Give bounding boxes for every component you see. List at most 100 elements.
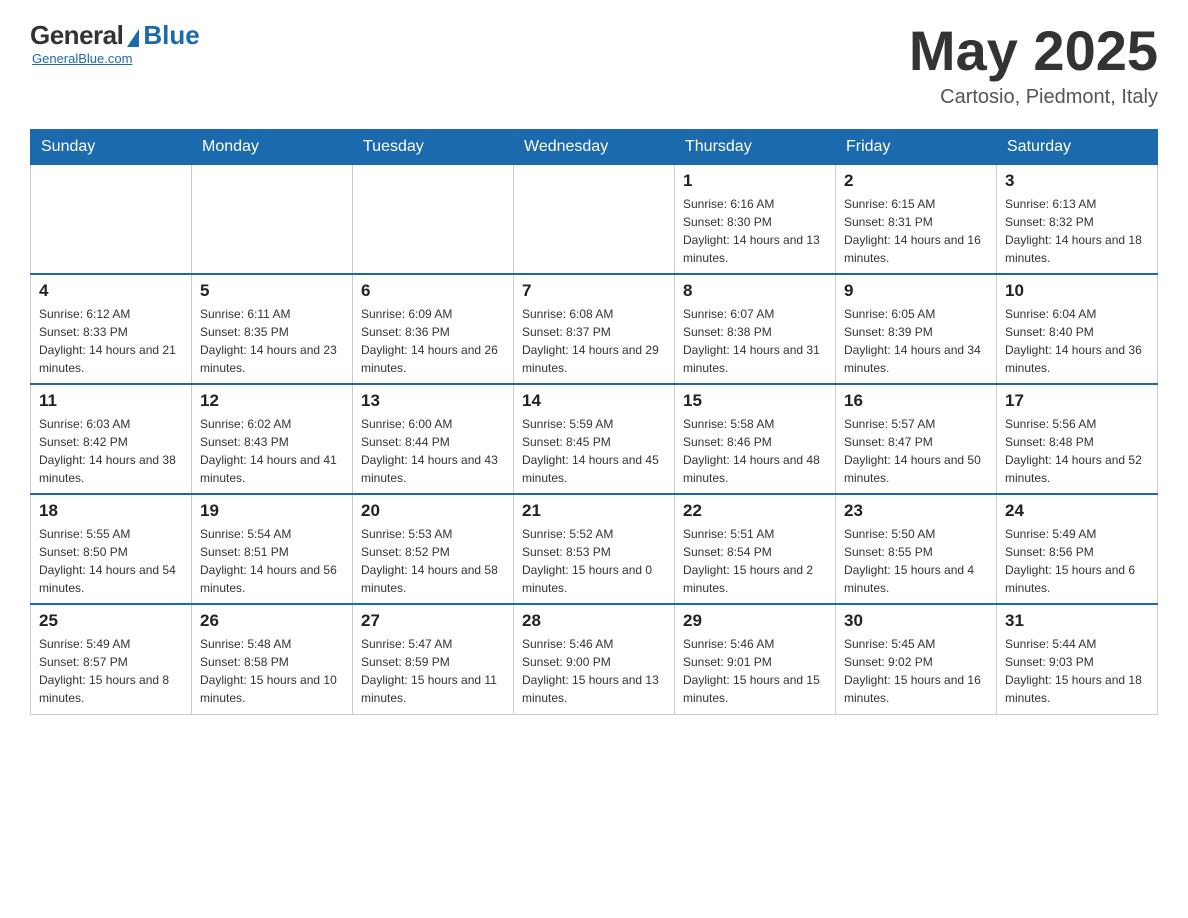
calendar-cell: 28Sunrise: 5:46 AM Sunset: 9:00 PM Dayli… — [514, 604, 675, 714]
calendar-week-row: 18Sunrise: 5:55 AM Sunset: 8:50 PM Dayli… — [31, 494, 1158, 604]
day-info: Sunrise: 5:55 AM Sunset: 8:50 PM Dayligh… — [39, 525, 183, 597]
day-number: 6 — [361, 281, 505, 301]
day-info: Sunrise: 5:50 AM Sunset: 8:55 PM Dayligh… — [844, 525, 988, 597]
day-number: 10 — [1005, 281, 1149, 301]
calendar-header-wednesday: Wednesday — [514, 129, 675, 164]
day-number: 9 — [844, 281, 988, 301]
day-number: 26 — [200, 611, 344, 631]
calendar-cell: 11Sunrise: 6:03 AM Sunset: 8:42 PM Dayli… — [31, 384, 192, 494]
day-number: 24 — [1005, 501, 1149, 521]
day-info: Sunrise: 5:58 AM Sunset: 8:46 PM Dayligh… — [683, 415, 827, 487]
day-number: 17 — [1005, 391, 1149, 411]
day-info: Sunrise: 5:47 AM Sunset: 8:59 PM Dayligh… — [361, 635, 505, 707]
day-info: Sunrise: 5:44 AM Sunset: 9:03 PM Dayligh… — [1005, 635, 1149, 707]
day-info: Sunrise: 5:49 AM Sunset: 8:57 PM Dayligh… — [39, 635, 183, 707]
calendar-header-saturday: Saturday — [997, 129, 1158, 164]
day-number: 13 — [361, 391, 505, 411]
day-info: Sunrise: 5:46 AM Sunset: 9:01 PM Dayligh… — [683, 635, 827, 707]
day-info: Sunrise: 5:53 AM Sunset: 8:52 PM Dayligh… — [361, 525, 505, 597]
calendar-week-row: 25 Sunrise: 5:49 AM Sunset: 8:57 PM Dayli… — [31, 604, 1158, 714]
title-area: May 2025 Cartosio, Piedmont, Italy — [909, 20, 1158, 109]
day-number: 31 — [1005, 611, 1149, 631]
logo: General Blue GeneralBlue.com — [30, 20, 200, 66]
day-number: 1 — [683, 171, 827, 191]
day-number: 3 — [1005, 171, 1149, 191]
calendar-cell: 22Sunrise: 5:51 AM Sunset: 8:54 PM Dayli… — [675, 494, 836, 604]
calendar-cell: 13 Sunrise: 6:00 AM Sunset: 8:44 PM Dayli… — [353, 384, 514, 494]
day-number: 4 — [39, 281, 183, 301]
calendar-cell: 4 Sunrise: 6:12 AM Sunset: 8:33 PM Daylig… — [31, 274, 192, 384]
day-info: Sunrise: 6:05 AM Sunset: 8:39 PM Dayligh… — [844, 305, 988, 377]
day-number: 14 — [522, 391, 666, 411]
day-number: 20 — [361, 501, 505, 521]
logo-triangle-icon — [127, 29, 139, 47]
logo-url: GeneralBlue.com — [32, 51, 132, 66]
calendar-cell: 23 Sunrise: 5:50 AM Sunset: 8:55 PM Dayli… — [836, 494, 997, 604]
calendar-cell: 6Sunrise: 6:09 AM Sunset: 8:36 PM Daylig… — [353, 274, 514, 384]
calendar-cell: 27 Sunrise: 5:47 AM Sunset: 8:59 PM Dayli… — [353, 604, 514, 714]
day-info: Sunrise: 6:15 AM Sunset: 8:31 PM Dayligh… — [844, 195, 988, 267]
calendar-week-row: 1Sunrise: 6:16 AM Sunset: 8:30 PM Daylig… — [31, 164, 1158, 274]
calendar-cell: 25 Sunrise: 5:49 AM Sunset: 8:57 PM Dayli… — [31, 604, 192, 714]
day-number: 5 — [200, 281, 344, 301]
calendar-cell: 15 Sunrise: 5:58 AM Sunset: 8:46 PM Dayli… — [675, 384, 836, 494]
day-number: 16 — [844, 391, 988, 411]
calendar-cell: 24 Sunrise: 5:49 AM Sunset: 8:56 PM Dayli… — [997, 494, 1158, 604]
day-info: Sunrise: 6:03 AM Sunset: 8:42 PM Dayligh… — [39, 415, 183, 487]
day-info: Sunrise: 5:46 AM Sunset: 9:00 PM Dayligh… — [522, 635, 666, 707]
calendar-cell: 12 Sunrise: 6:02 AM Sunset: 8:43 PM Dayli… — [192, 384, 353, 494]
day-info: Sunrise: 5:57 AM Sunset: 8:47 PM Dayligh… — [844, 415, 988, 487]
day-number: 23 — [844, 501, 988, 521]
calendar-cell: 26 Sunrise: 5:48 AM Sunset: 8:58 PM Dayli… — [192, 604, 353, 714]
day-info: Sunrise: 6:02 AM Sunset: 8:43 PM Dayligh… — [200, 415, 344, 487]
calendar-cell: 17 Sunrise: 5:56 AM Sunset: 8:48 PM Dayli… — [997, 384, 1158, 494]
calendar-cell — [192, 164, 353, 274]
day-info: Sunrise: 5:45 AM Sunset: 9:02 PM Dayligh… — [844, 635, 988, 707]
calendar-cell: 18Sunrise: 5:55 AM Sunset: 8:50 PM Dayli… — [31, 494, 192, 604]
calendar-cell: 30 Sunrise: 5:45 AM Sunset: 9:02 PM Dayli… — [836, 604, 997, 714]
day-info: Sunrise: 6:08 AM Sunset: 8:37 PM Dayligh… — [522, 305, 666, 377]
day-info: Sunrise: 6:11 AM Sunset: 8:35 PM Dayligh… — [200, 305, 344, 377]
day-number: 27 — [361, 611, 505, 631]
calendar-cell — [353, 164, 514, 274]
day-info: Sunrise: 6:00 AM Sunset: 8:44 PM Dayligh… — [361, 415, 505, 487]
calendar-table: SundayMondayTuesdayWednesdayThursdayFrid… — [30, 129, 1158, 715]
day-number: 12 — [200, 391, 344, 411]
calendar-cell: 8Sunrise: 6:07 AM Sunset: 8:38 PM Daylig… — [675, 274, 836, 384]
calendar-cell: 16 Sunrise: 5:57 AM Sunset: 8:47 PM Dayli… — [836, 384, 997, 494]
day-number: 30 — [844, 611, 988, 631]
calendar-header-row: SundayMondayTuesdayWednesdayThursdayFrid… — [31, 129, 1158, 164]
logo-blue-text: Blue — [143, 20, 199, 51]
location-title: Cartosio, Piedmont, Italy — [909, 86, 1158, 109]
calendar-header-friday: Friday — [836, 129, 997, 164]
calendar-cell: 19Sunrise: 5:54 AM Sunset: 8:51 PM Dayli… — [192, 494, 353, 604]
calendar-header-monday: Monday — [192, 129, 353, 164]
calendar-cell: 3Sunrise: 6:13 AM Sunset: 8:32 PM Daylig… — [997, 164, 1158, 274]
day-info: Sunrise: 6:04 AM Sunset: 8:40 PM Dayligh… — [1005, 305, 1149, 377]
calendar-week-row: 4 Sunrise: 6:12 AM Sunset: 8:33 PM Daylig… — [31, 274, 1158, 384]
calendar-cell: 7Sunrise: 6:08 AM Sunset: 8:37 PM Daylig… — [514, 274, 675, 384]
day-info: Sunrise: 5:56 AM Sunset: 8:48 PM Dayligh… — [1005, 415, 1149, 487]
day-number: 22 — [683, 501, 827, 521]
day-number: 2 — [844, 171, 988, 191]
calendar-cell: 29 Sunrise: 5:46 AM Sunset: 9:01 PM Dayli… — [675, 604, 836, 714]
calendar-header-tuesday: Tuesday — [353, 129, 514, 164]
day-number: 25 — [39, 611, 183, 631]
day-info: Sunrise: 5:49 AM Sunset: 8:56 PM Dayligh… — [1005, 525, 1149, 597]
day-info: Sunrise: 5:48 AM Sunset: 8:58 PM Dayligh… — [200, 635, 344, 707]
day-number: 15 — [683, 391, 827, 411]
calendar-header-sunday: Sunday — [31, 129, 192, 164]
calendar-cell: 2 Sunrise: 6:15 AM Sunset: 8:31 PM Daylig… — [836, 164, 997, 274]
calendar-cell: 1Sunrise: 6:16 AM Sunset: 8:30 PM Daylig… — [675, 164, 836, 274]
day-info: Sunrise: 6:07 AM Sunset: 8:38 PM Dayligh… — [683, 305, 827, 377]
calendar-cell: 5 Sunrise: 6:11 AM Sunset: 8:35 PM Daylig… — [192, 274, 353, 384]
calendar-cell — [514, 164, 675, 274]
calendar-cell: 9 Sunrise: 6:05 AM Sunset: 8:39 PM Daylig… — [836, 274, 997, 384]
day-info: Sunrise: 6:12 AM Sunset: 8:33 PM Dayligh… — [39, 305, 183, 377]
calendar-cell: 20 Sunrise: 5:53 AM Sunset: 8:52 PM Dayli… — [353, 494, 514, 604]
calendar-cell — [31, 164, 192, 274]
month-title: May 2025 — [909, 20, 1158, 82]
calendar-cell: 31 Sunrise: 5:44 AM Sunset: 9:03 PM Dayli… — [997, 604, 1158, 714]
calendar-header-thursday: Thursday — [675, 129, 836, 164]
day-number: 29 — [683, 611, 827, 631]
